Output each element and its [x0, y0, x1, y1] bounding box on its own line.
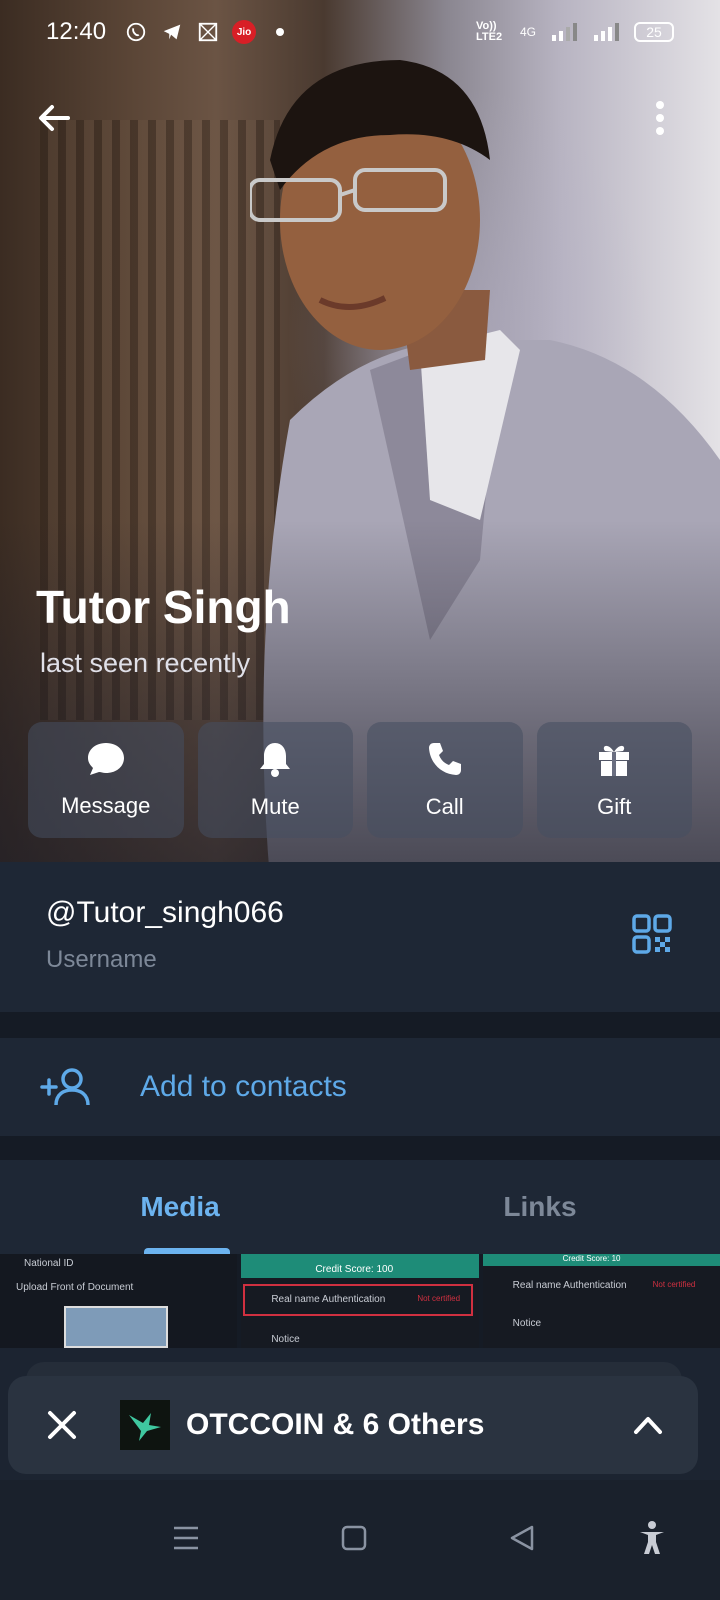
- jio-icon: Jio: [232, 20, 257, 44]
- whatsapp-icon: [124, 20, 148, 44]
- close-icon: [48, 1411, 76, 1439]
- dot-icon: [268, 20, 292, 44]
- media-grid: National ID Upload Front of Document Cre…: [0, 1254, 720, 1348]
- tab-media-label: Media: [140, 1191, 220, 1222]
- thumb3-line4: Notice: [512, 1318, 542, 1329]
- thumb3-line1: Credit Score: 10: [562, 1254, 621, 1263]
- username-section[interactable]: @Tutor_singh066 Username: [0, 862, 720, 1012]
- accessibility-button[interactable]: [632, 1518, 672, 1558]
- menu-icon: [174, 1526, 198, 1550]
- group-title: OTCCOIN & 6 Others: [186, 1408, 485, 1441]
- message-bubble-icon: [87, 743, 124, 775]
- more-options-button[interactable]: [634, 92, 686, 144]
- media-tabs: Media Links: [0, 1160, 720, 1254]
- mute-button[interactable]: Mute: [197, 722, 353, 838]
- system-nav-bar: [0, 1480, 720, 1600]
- tab-links[interactable]: Links: [360, 1160, 720, 1254]
- media-thumb-1[interactable]: National ID Upload Front of Document: [0, 1254, 238, 1348]
- back-button[interactable]: [28, 92, 80, 144]
- call-label: Call: [425, 794, 464, 819]
- thumb1-line1: National ID: [24, 1258, 74, 1269]
- thumb2-line3: Not certified: [417, 1294, 461, 1303]
- profile-name: Tutor Singh: [36, 581, 291, 633]
- volte-label: Vo)) LTE2: [475, 20, 503, 43]
- thumb2-line1: Credit Score: 100: [315, 1264, 394, 1275]
- profile-actions: Message Mute Call Gift: [28, 722, 692, 838]
- thumb2-line4: Notice: [271, 1334, 300, 1345]
- qr-code-button[interactable]: [632, 914, 672, 959]
- section-divider-2: [0, 1136, 720, 1160]
- hummingbird-logo-icon: [129, 1413, 161, 1441]
- signal-icon-2: [594, 23, 619, 41]
- phone-icon: [428, 743, 461, 775]
- back-nav-button[interactable]: [502, 1518, 542, 1558]
- message-label: Message: [61, 793, 151, 818]
- expand-button[interactable]: [628, 1405, 668, 1445]
- gift-button[interactable]: Gift: [536, 722, 692, 838]
- media-thumb-3[interactable]: Credit Score: 10 Real name Authenticatio…: [482, 1254, 720, 1348]
- battery-icon: 25: [634, 22, 674, 42]
- profile-status: last seen recently: [40, 648, 251, 678]
- add-to-contacts-label: Add to contacts: [140, 1070, 347, 1103]
- add-person-icon: [40, 1068, 90, 1106]
- home-nav-button[interactable]: [334, 1518, 374, 1558]
- status-time: 12:40: [46, 18, 107, 45]
- thumb3-line2: Real name Authentication: [512, 1280, 627, 1291]
- battery-level: 25: [646, 24, 662, 40]
- username-value[interactable]: @Tutor_singh066: [46, 896, 284, 930]
- mute-label: Mute: [250, 794, 300, 819]
- square-home-icon: [341, 1525, 367, 1551]
- menu-nav-button[interactable]: [166, 1518, 206, 1558]
- jio-label: Jio: [236, 26, 252, 38]
- app-icon: [196, 20, 220, 44]
- arrow-left-icon: [39, 105, 70, 131]
- status-bar: 12:40 Jio Vo)) LTE2 4G 25: [0, 0, 720, 64]
- group-avatar: [120, 1400, 170, 1450]
- close-button[interactable]: [42, 1405, 82, 1445]
- telegram-icon: [160, 20, 184, 44]
- gift-icon: [599, 745, 630, 776]
- media-thumb-2[interactable]: Credit Score: 100 Real name Authenticati…: [241, 1254, 479, 1348]
- network-type-label: 4G: [519, 25, 536, 39]
- tab-links-label: Links: [503, 1191, 577, 1222]
- tab-media[interactable]: Media: [0, 1160, 360, 1254]
- thumb1-line2: Upload Front of Document: [16, 1282, 134, 1293]
- message-button[interactable]: Message: [28, 722, 184, 838]
- chevron-up-icon: [634, 1417, 662, 1434]
- thumb2-line2: Real name Authentication: [271, 1294, 386, 1305]
- more-vertical-icon: [656, 101, 664, 135]
- gift-label: Gift: [597, 794, 632, 819]
- qr-code-icon: [632, 914, 672, 954]
- accessibility-icon: [640, 1521, 664, 1554]
- group-call-bar[interactable]: OTCCOIN & 6 Others: [8, 1376, 698, 1474]
- thumb3-line3: Not certified: [652, 1280, 696, 1289]
- signal-icon: [552, 23, 577, 41]
- username-label: Username: [46, 946, 157, 973]
- id-card-image: [64, 1306, 168, 1348]
- section-divider: [0, 1012, 720, 1038]
- triangle-back-icon: [510, 1525, 534, 1551]
- add-to-contacts-button[interactable]: Add to contacts: [0, 1038, 720, 1136]
- bell-icon: [260, 743, 291, 777]
- call-button[interactable]: Call: [367, 722, 523, 838]
